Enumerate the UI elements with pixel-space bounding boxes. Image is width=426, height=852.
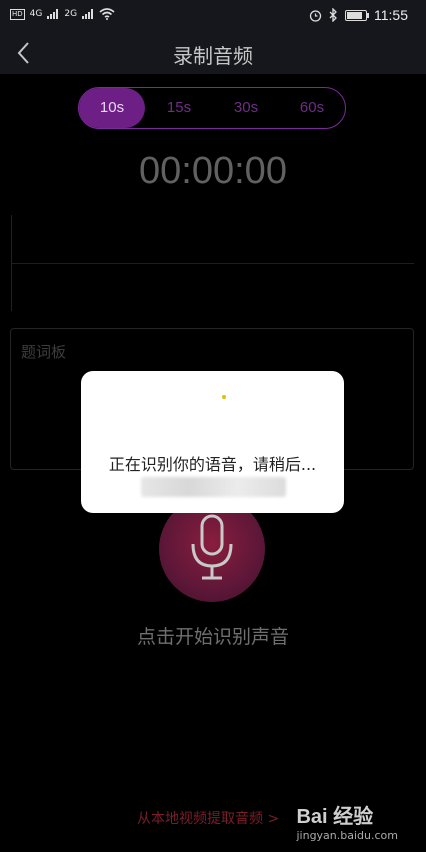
watermark: Bai 经验 jingyan.baidu.com (296, 800, 398, 842)
status-right: 11:55 (309, 7, 408, 23)
battery-icon (345, 9, 369, 21)
status-time: 11:55 (374, 7, 408, 23)
duration-option-30s[interactable]: 30s (213, 88, 279, 128)
network-2g-label: 2G (64, 9, 78, 19)
microphone-icon (191, 514, 233, 580)
signal-icon (47, 9, 59, 19)
loading-spinner-icon (222, 395, 226, 399)
duration-option-15s[interactable]: 15s (146, 88, 212, 128)
start-recognition-label: 点击开始识别声音 (136, 626, 289, 648)
duration-option-60s[interactable]: 60s (279, 88, 345, 128)
dialog-blurred-text (141, 477, 286, 497)
hd-badge: HD (10, 8, 25, 20)
record-timer: 00:00:00 (139, 150, 287, 192)
title-bar: 录制音频 (0, 32, 426, 74)
status-bar: HD 4G 2G 11:55 (0, 0, 426, 32)
dialog-message: 正在识别你的语音，请稍后... (108, 455, 317, 474)
watermark-brand: Bai 经验 (296, 806, 374, 828)
prompt-board-placeholder: 题词板 (21, 343, 67, 361)
waveform-baseline (11, 263, 414, 264)
signal-icon-2 (82, 9, 94, 19)
bluetooth-icon (329, 8, 337, 22)
wifi-icon (99, 8, 115, 20)
watermark-url: jingyan.baidu.com (296, 829, 398, 842)
duration-selector: 10s 15s 30s 60s (78, 87, 346, 129)
network-4g-label: 4G (29, 9, 43, 19)
page-title: 录制音频 (173, 44, 253, 68)
extract-audio-link[interactable]: 从本地视频提取音频 > (137, 808, 279, 828)
duration-option-10s[interactable]: 10s (79, 88, 145, 128)
status-left: HD 4G 2G (10, 8, 115, 20)
alarm-icon (309, 9, 322, 22)
recognition-dialog: 正在识别你的语音，请稍后... (81, 371, 344, 513)
